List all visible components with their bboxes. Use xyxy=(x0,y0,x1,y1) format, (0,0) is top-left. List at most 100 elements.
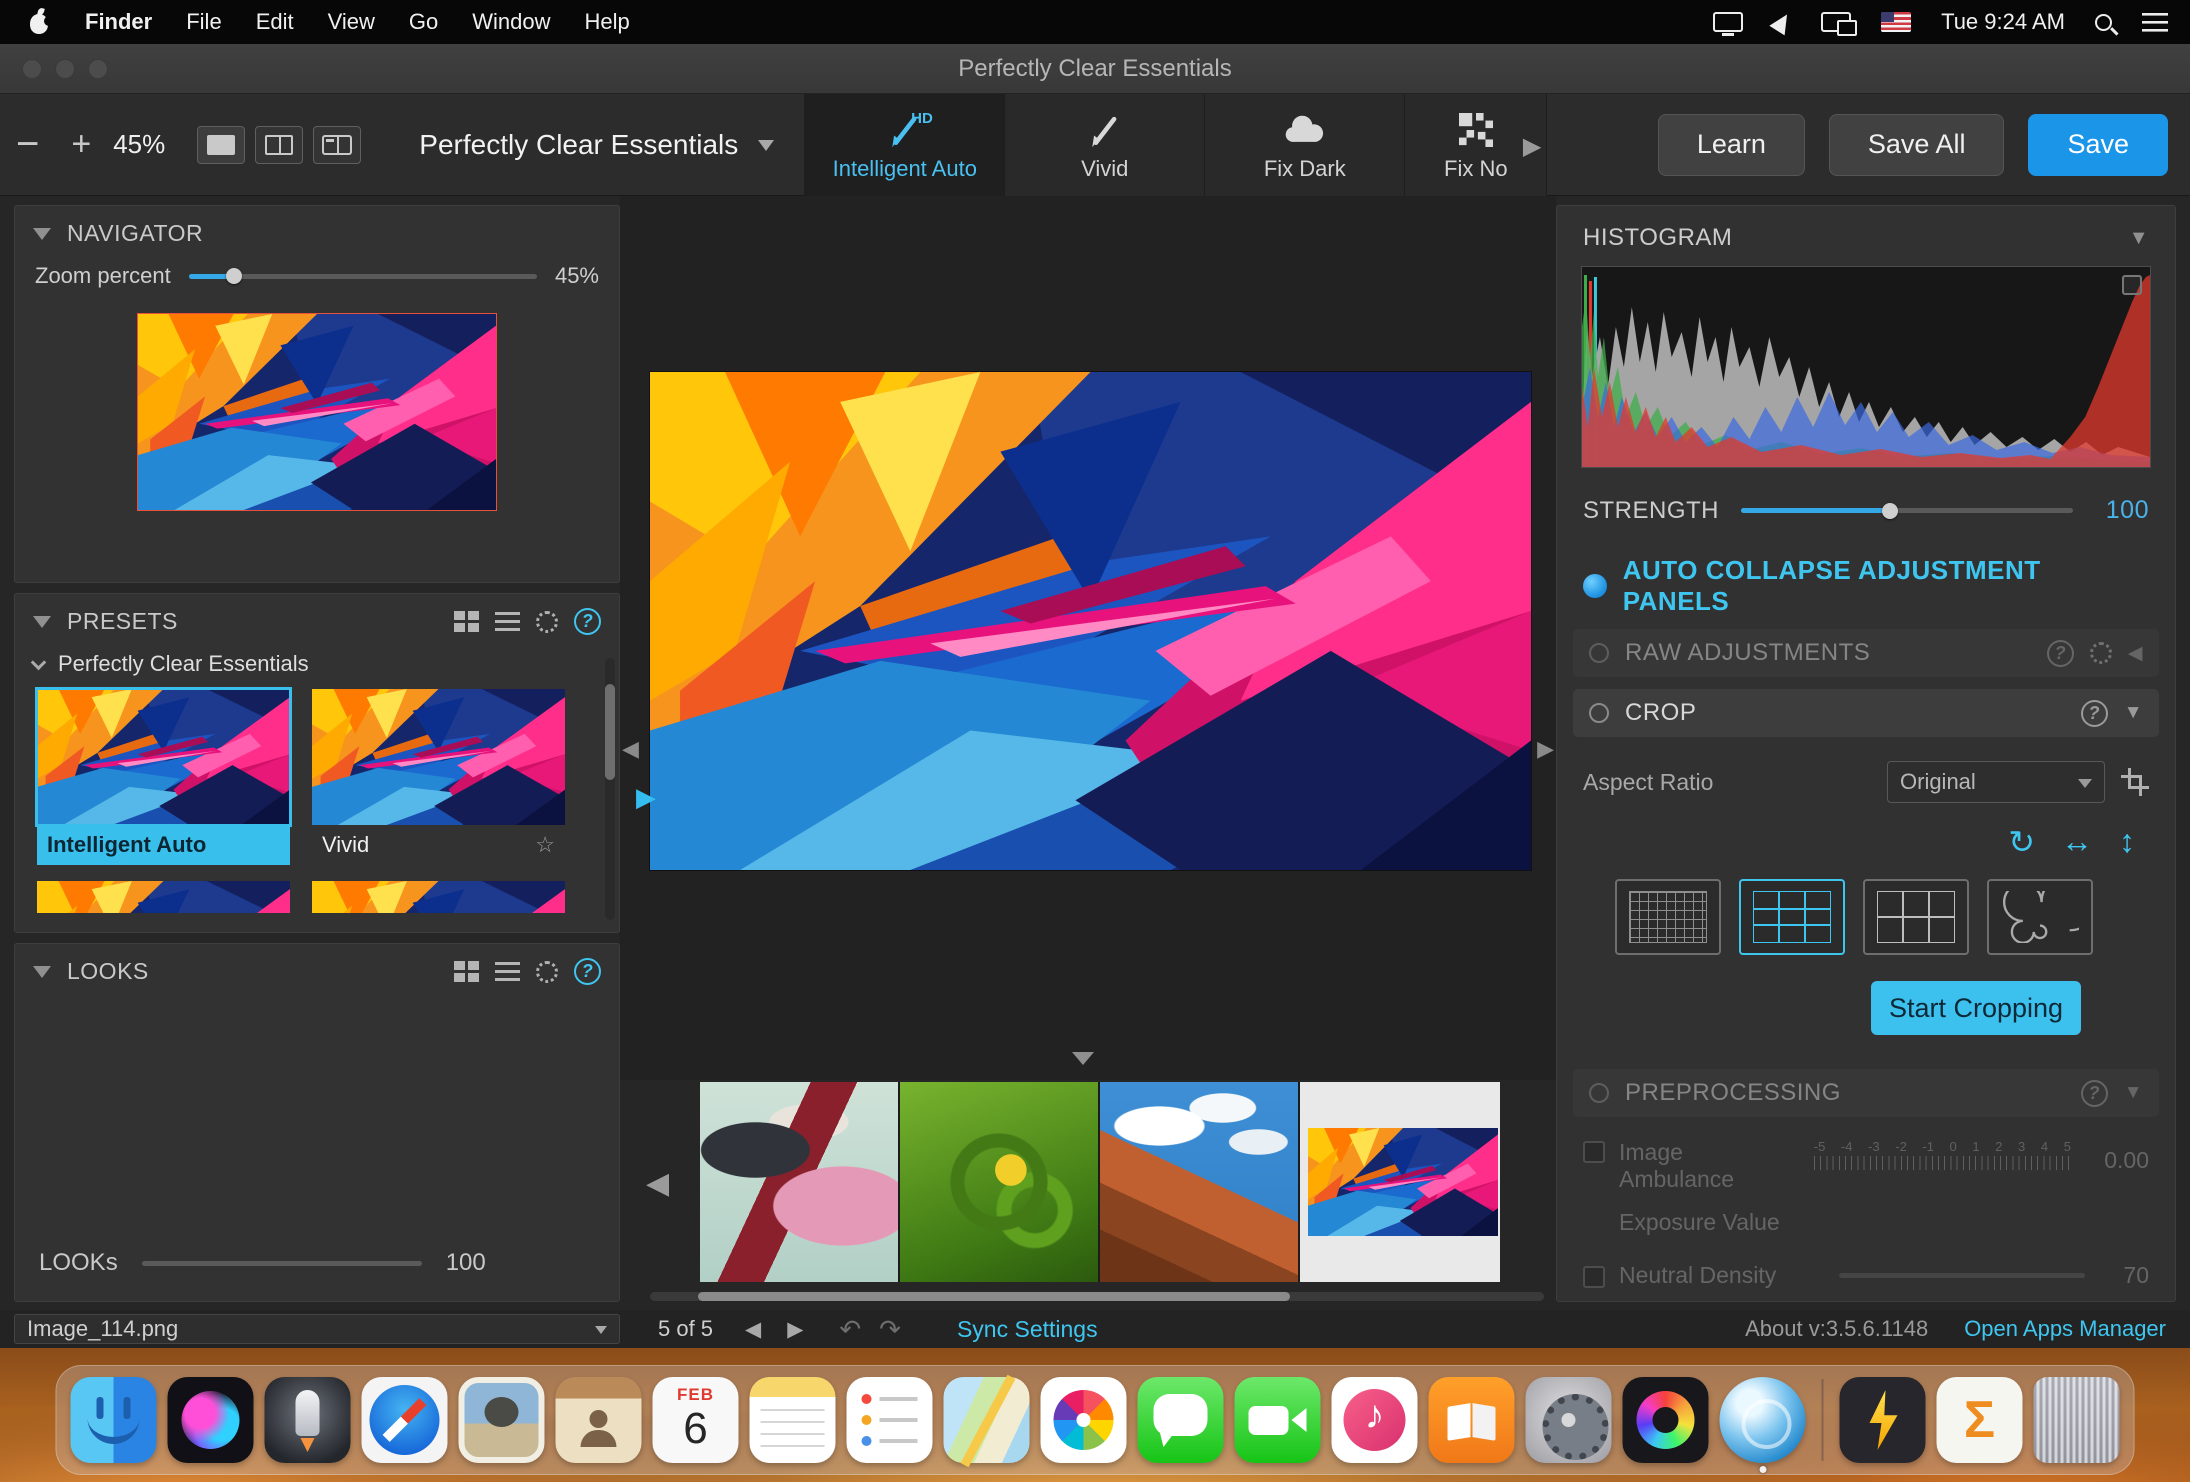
exposure-ruler[interactable]: -5-4 -3-2 -10 12 34 5 xyxy=(1814,1139,2071,1170)
crop-tool-icon[interactable] xyxy=(2121,768,2149,796)
tabs-scroll-right-arrow[interactable] xyxy=(1523,132,1541,161)
dock-calendar-icon[interactable]: FEB 6 xyxy=(653,1377,739,1463)
minimize-button[interactable] xyxy=(55,59,75,79)
toggle-dot-icon[interactable] xyxy=(1583,574,1607,598)
looks-header[interactable]: LOOKS xyxy=(15,944,619,999)
aspect-ratio-dropdown[interactable]: Original xyxy=(1887,761,2105,803)
looks-strength-slider[interactable] xyxy=(142,1261,422,1266)
previous-image-button[interactable] xyxy=(745,1317,761,1342)
crop-bar[interactable]: CROP xyxy=(1573,689,2159,737)
help-icon[interactable] xyxy=(2081,1080,2108,1107)
image-ambulance-checkbox[interactable] xyxy=(1583,1141,1605,1163)
strength-slider[interactable] xyxy=(1741,508,2073,513)
dock-safari-icon[interactable] xyxy=(362,1377,448,1463)
single-view-button[interactable] xyxy=(197,126,245,164)
collapse-triangle-icon[interactable] xyxy=(33,616,51,628)
navigator-thumbnail[interactable] xyxy=(137,313,497,511)
list-view-icon[interactable] xyxy=(495,611,520,632)
raw-adjustments-bar[interactable]: RAW ADJUSTMENTS xyxy=(1573,629,2159,677)
neutral-density-slider[interactable] xyxy=(1839,1273,2085,1278)
collapse-right-panel-arrow[interactable] xyxy=(1537,736,1554,762)
zoom-percent-slider[interactable] xyxy=(189,274,537,279)
scrollbar-thumb[interactable] xyxy=(605,684,615,780)
dock-launchpad-icon[interactable] xyxy=(265,1377,351,1463)
sync-settings-button[interactable]: Sync Settings xyxy=(957,1316,1098,1343)
help-icon[interactable] xyxy=(2081,700,2108,727)
menu-view[interactable]: View xyxy=(311,0,392,44)
help-icon[interactable] xyxy=(574,958,601,985)
open-apps-manager-link[interactable]: Open Apps Manager xyxy=(1964,1316,2166,1342)
dock-messages-icon[interactable] xyxy=(1138,1377,1224,1463)
menu-window[interactable]: Window xyxy=(455,0,567,44)
menu-help[interactable]: Help xyxy=(568,0,647,44)
main-image-preview[interactable] xyxy=(650,372,1531,870)
apple-menu-icon[interactable] xyxy=(26,9,52,35)
undo-icon[interactable] xyxy=(839,1314,861,1345)
slider-knob[interactable] xyxy=(226,268,242,284)
favorite-star-icon[interactable] xyxy=(535,832,555,858)
navigator-header[interactable]: NAVIGATOR xyxy=(15,206,619,261)
tab-intelligent-auto[interactable]: HD Intelligent Auto xyxy=(805,94,1005,196)
grid-view-icon[interactable] xyxy=(454,961,479,982)
help-icon[interactable] xyxy=(2047,640,2074,667)
collapse-left-panel-arrow[interactable] xyxy=(622,736,639,762)
presets-scrollbar[interactable] xyxy=(605,658,615,920)
neutral-density-checkbox[interactable] xyxy=(1583,1266,1605,1288)
menu-clock[interactable]: Tue 9:24 AM xyxy=(1941,9,2065,35)
gear-icon[interactable] xyxy=(2090,642,2112,664)
collapse-triangle-icon[interactable] xyxy=(2124,702,2143,724)
preset-group-dropdown[interactable]: Perfectly Clear Essentials xyxy=(379,94,804,196)
dock-finder-icon[interactable] xyxy=(71,1377,157,1463)
dock-contacts-icon[interactable] xyxy=(556,1377,642,1463)
dock-system-preferences-icon[interactable] xyxy=(1526,1377,1612,1463)
presets-header[interactable]: PRESETS xyxy=(15,594,619,649)
gear-icon[interactable] xyxy=(536,611,558,633)
preset-group-row[interactable]: Perfectly Clear Essentials xyxy=(15,649,619,687)
filmstrip-thumb-1[interactable] xyxy=(700,1082,900,1282)
grid-button[interactable] xyxy=(1863,879,1969,955)
tab-fix-dark[interactable]: Fix Dark xyxy=(1205,94,1405,196)
airplay-icon[interactable] xyxy=(1713,12,1743,32)
rule-of-thirds-button[interactable] xyxy=(1739,879,1845,955)
collapse-left-icon[interactable] xyxy=(2128,642,2143,665)
location-icon[interactable] xyxy=(1769,9,1794,35)
redo-icon[interactable] xyxy=(879,1314,901,1345)
tab-vivid[interactable]: Vivid xyxy=(1005,94,1205,196)
dock-perfectly-clear-icon[interactable] xyxy=(1720,1377,1806,1463)
preset-card-intelligent-auto[interactable]: Intelligent Auto xyxy=(37,689,290,865)
chevron-down-icon[interactable] xyxy=(31,654,47,670)
collapse-triangle-icon[interactable] xyxy=(33,966,51,978)
preset-card-vivid[interactable]: Vivid xyxy=(312,689,565,865)
close-button[interactable] xyxy=(22,59,42,79)
filmstrip-thumb-2[interactable] xyxy=(900,1082,1100,1282)
learn-button[interactable]: Learn xyxy=(1658,114,1805,176)
collapse-triangle-icon[interactable] xyxy=(2129,227,2149,250)
dock-books-icon[interactable] xyxy=(1429,1377,1515,1463)
dock-photo-editor-icon[interactable] xyxy=(1623,1377,1709,1463)
histogram-header[interactable]: HISTOGRAM xyxy=(1557,206,2175,264)
zoom-button[interactable] xyxy=(88,59,108,79)
dock-notes-icon[interactable] xyxy=(750,1377,836,1463)
preset-card[interactable] xyxy=(37,881,290,911)
fine-grid-button[interactable] xyxy=(1615,879,1721,955)
dock-siri-icon[interactable] xyxy=(168,1377,254,1463)
notification-center-icon[interactable] xyxy=(2142,13,2168,32)
expand-panel-arrow[interactable] xyxy=(636,782,656,813)
histogram-checkbox[interactable] xyxy=(2122,275,2142,295)
dock-trash-icon[interactable] xyxy=(2034,1377,2120,1463)
dock-lightning-app-icon[interactable] xyxy=(1840,1377,1926,1463)
collapse-triangle-icon[interactable] xyxy=(2124,1082,2143,1104)
filmstrip-collapse-triangle[interactable] xyxy=(1072,1052,1094,1065)
dock-mail-icon[interactable] xyxy=(459,1377,545,1463)
spotlight-search-icon[interactable] xyxy=(2095,14,2112,31)
menu-edit[interactable]: Edit xyxy=(239,0,311,44)
dock-sigma-app-icon[interactable] xyxy=(1937,1377,2023,1463)
input-language-flag-icon[interactable] xyxy=(1881,12,1911,32)
menu-finder[interactable]: Finder xyxy=(68,0,169,44)
rotate-icon[interactable] xyxy=(2008,823,2035,861)
filmstrip-thumb-3[interactable] xyxy=(1100,1082,1300,1282)
save-all-button[interactable]: Save All xyxy=(1829,114,2005,176)
list-view-icon[interactable] xyxy=(495,961,520,982)
dock-music-icon[interactable] xyxy=(1332,1377,1418,1463)
dock-photos-icon[interactable] xyxy=(1041,1377,1127,1463)
